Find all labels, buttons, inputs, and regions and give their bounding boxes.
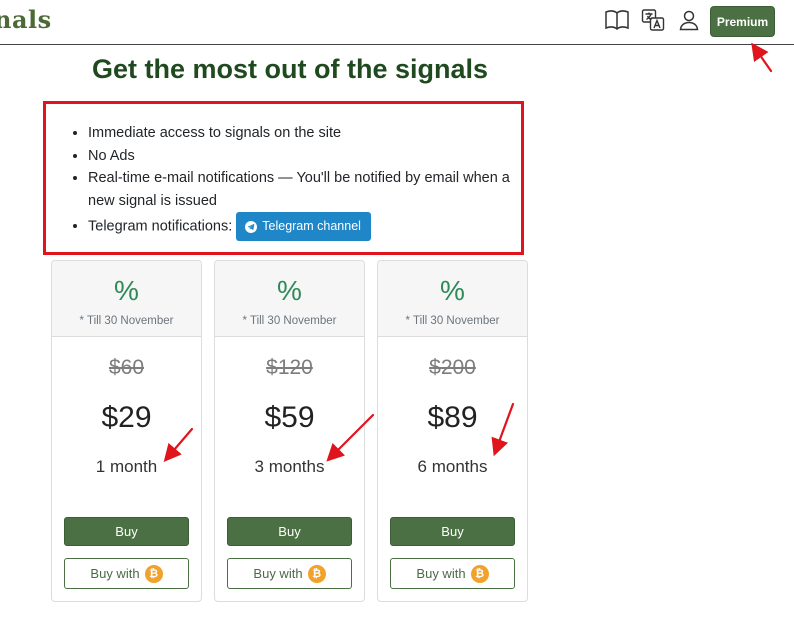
- plan-price: $29: [101, 401, 152, 434]
- plan-card-3-months: % * Till 30 November $120 $59 3 months B…: [214, 260, 365, 602]
- plan-card-6-months: % * Till 30 November $200 $89 6 months B…: [377, 260, 528, 602]
- buy-button[interactable]: Buy: [390, 517, 515, 546]
- user-icon[interactable]: [676, 8, 702, 32]
- telegram-channel-button[interactable]: Telegram channel: [236, 212, 371, 241]
- plan-card-header: % * Till 30 November: [52, 261, 201, 337]
- buy-button[interactable]: Buy: [227, 517, 352, 546]
- buy-button[interactable]: Buy: [64, 517, 189, 546]
- feature-item: Real-time e-mail notifications — You'll …: [88, 167, 520, 212]
- arrow-icon: [751, 42, 773, 73]
- telegram-icon: [245, 220, 258, 233]
- plan-price: $59: [264, 401, 315, 434]
- offer-note: * Till 30 November: [242, 315, 337, 327]
- plan-duration: 6 months: [417, 457, 488, 476]
- top-navbar: nals Premium: [0, 0, 794, 45]
- bitcoin-icon: ₿: [307, 564, 326, 583]
- offer-note: * Till 30 November: [79, 315, 174, 327]
- old-price: $120: [266, 356, 313, 379]
- premium-button[interactable]: Premium: [710, 6, 775, 37]
- brand-logo[interactable]: nals: [0, 5, 52, 34]
- telegram-button-label: Telegram channel: [262, 219, 361, 234]
- feature-item: Telegram notifications: Telegram channel: [88, 212, 520, 241]
- old-price: $60: [108, 356, 145, 379]
- plan-card-header: % * Till 30 November: [378, 261, 527, 337]
- buy-with-bitcoin-button[interactable]: Buy with ₿: [227, 558, 352, 589]
- discount-percent: %: [440, 275, 465, 306]
- buy-with-label: Buy with: [416, 566, 466, 581]
- feature-item: Immediate access to signals on the site: [88, 122, 520, 145]
- premium-features-box: Immediate access to signals on the site …: [43, 101, 524, 255]
- page-title: Get the most out of the signals: [91, 54, 489, 84]
- discount-percent: %: [114, 275, 139, 306]
- buy-with-bitcoin-button[interactable]: Buy with ₿: [390, 558, 515, 589]
- buy-with-bitcoin-button[interactable]: Buy with ₿: [64, 558, 189, 589]
- bitcoin-icon: ₿: [144, 564, 163, 583]
- buy-with-label: Buy with: [253, 566, 303, 581]
- discount-percent: %: [277, 275, 302, 306]
- plan-duration: 3 months: [254, 457, 325, 476]
- feature-item: No Ads: [88, 145, 520, 168]
- features-list: Immediate access to signals on the site …: [88, 122, 520, 241]
- bitcoin-icon: ₿: [470, 564, 489, 583]
- plan-duration: 1 month: [95, 457, 158, 476]
- translate-icon[interactable]: [640, 8, 666, 32]
- offer-note: * Till 30 November: [405, 315, 500, 327]
- plan-card-1-month: % * Till 30 November $60 $29 1 month Buy…: [51, 260, 202, 602]
- plan-price: $89: [427, 401, 478, 434]
- buy-with-label: Buy with: [90, 566, 140, 581]
- old-price: $200: [429, 356, 476, 379]
- book-icon[interactable]: [604, 8, 630, 32]
- plan-card-header: % * Till 30 November: [215, 261, 364, 337]
- feature-item-telegram-label: Telegram notifications:: [88, 218, 233, 235]
